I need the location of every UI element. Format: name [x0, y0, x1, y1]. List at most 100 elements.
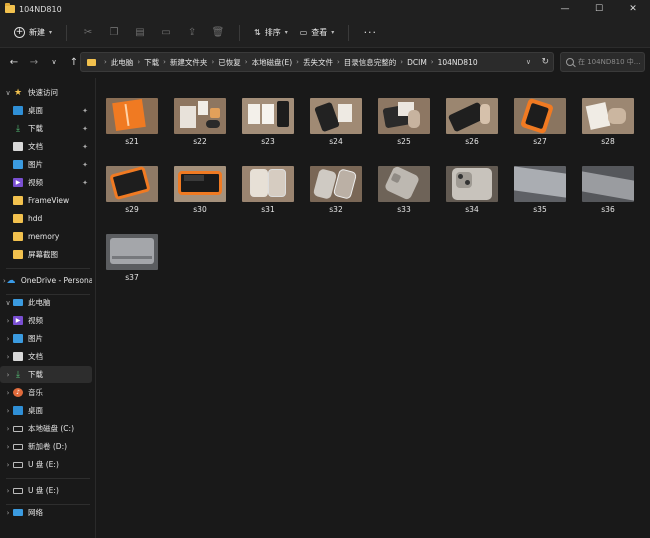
sidebar-item-this-pc[interactable]: ∨ 此电脑	[0, 294, 92, 311]
close-button[interactable]: ✕	[616, 0, 650, 18]
share-icon[interactable]: ⇪	[179, 23, 205, 43]
sidebar-item-memory[interactable]: memory	[0, 228, 92, 245]
sidebar-item-documents[interactable]: 文档 ✦	[0, 138, 92, 155]
pin-icon: ✦	[82, 178, 88, 187]
chevron-right-icon[interactable]: ›	[3, 371, 13, 379]
paste-icon[interactable]: ▤	[127, 23, 153, 43]
chevron-right-icon[interactable]: ›	[3, 353, 13, 361]
file-item[interactable]: s26	[446, 98, 498, 148]
sidebar-item-pc-pictures[interactable]: › 图片	[0, 330, 92, 347]
sidebar-item-pictures[interactable]: 图片 ✦	[0, 156, 92, 173]
file-item[interactable]: s37	[106, 234, 158, 284]
breadcrumb-item[interactable]: 本地磁盘(E)	[252, 57, 293, 68]
breadcrumb-item[interactable]: 新建文件夹	[170, 57, 208, 68]
file-name: s32	[329, 205, 343, 214]
sidebar-item-usb[interactable]: › U 盘 (E:)	[0, 482, 92, 499]
file-name: s28	[601, 137, 615, 146]
sidebar-item-quick-access[interactable]: ∨ ★ 快速访问	[0, 84, 92, 101]
chevron-down-icon[interactable]: ∨	[3, 299, 13, 307]
breadcrumb-item[interactable]: 目录信息完整的	[344, 57, 397, 68]
sidebar-item-pc-music[interactable]: › ♪ 音乐	[0, 384, 92, 401]
delete-icon[interactable]: 🗑	[205, 23, 231, 43]
breadcrumb-item[interactable]: 已恢复	[218, 57, 241, 68]
sort-icon: ⇅	[254, 28, 261, 37]
file-item[interactable]: s21	[106, 98, 158, 148]
new-button[interactable]: + 新建 ▾	[8, 23, 58, 43]
rename-icon[interactable]: ▭	[153, 23, 179, 43]
breadcrumb-item[interactable]: DCIM	[407, 58, 427, 67]
thumbnail-image	[582, 166, 634, 202]
chevron-right-icon[interactable]: ›	[3, 407, 13, 415]
chevron-down-icon[interactable]: ∨	[3, 89, 13, 97]
back-arrow-icon[interactable]: ←	[4, 52, 24, 72]
chevron-right-icon[interactable]: ›	[3, 443, 13, 451]
chevron-right-icon[interactable]: ›	[3, 461, 13, 469]
file-item[interactable]: s23	[242, 98, 294, 148]
file-item[interactable]: s35	[514, 166, 566, 216]
copy-icon[interactable]: ❐	[101, 23, 127, 43]
sidebar-item-label: memory	[28, 232, 60, 241]
pin-icon: ✦	[82, 160, 88, 169]
file-item[interactable]: s36	[582, 166, 634, 216]
chevron-right-icon[interactable]: ›	[3, 335, 13, 343]
navigation-row: ← → ∨ ↑ › 此电脑 › 下载 › 新建文件夹 › 已恢复 › 本地磁盘(…	[0, 48, 650, 76]
maximize-button[interactable]: ☐	[582, 0, 616, 18]
sidebar-item-label: 快速访问	[28, 88, 58, 97]
music-icon: ♪	[13, 388, 23, 397]
recent-chevron-icon[interactable]: ∨	[44, 52, 64, 72]
address-dropdown-icon[interactable]: ∨	[526, 53, 531, 71]
sidebar-item-pc-downloads[interactable]: › ⤓ 下载	[0, 366, 92, 383]
sidebar-item-screenshots[interactable]: 屏幕截图	[0, 246, 92, 263]
sidebar-item-hdd[interactable]: hdd	[0, 210, 92, 227]
more-options-icon[interactable]: ···	[357, 23, 383, 43]
chevron-right-icon[interactable]: ›	[3, 487, 13, 495]
file-item[interactable]: s34	[446, 166, 498, 216]
sidebar-item-videos[interactable]: ▶ 视频 ✦	[0, 174, 92, 191]
file-item[interactable]: s33	[378, 166, 430, 216]
sidebar-item-onedrive[interactable]: › ☁ OneDrive - Persona	[0, 272, 92, 289]
chevron-right-icon[interactable]: ›	[3, 509, 13, 517]
file-item[interactable]: s22	[174, 98, 226, 148]
search-box[interactable]	[560, 52, 645, 72]
folder-icon	[87, 58, 96, 66]
search-input[interactable]	[578, 58, 642, 66]
sidebar-item-pc-desktop[interactable]: › 桌面	[0, 402, 92, 419]
forward-arrow-icon[interactable]: →	[24, 52, 44, 72]
breadcrumb-item[interactable]: 下载	[144, 57, 159, 68]
sidebar-item-drive-c[interactable]: › 本地磁盘 (C:)	[0, 420, 92, 437]
folder-icon	[5, 3, 15, 13]
cut-icon[interactable]: ✂	[75, 23, 101, 43]
file-item[interactable]: s30	[174, 166, 226, 216]
sidebar-item-pc-videos[interactable]: › ▶ 视频	[0, 312, 92, 329]
cloud-icon: ☁	[6, 275, 16, 286]
sidebar-item-pc-documents[interactable]: › 文档	[0, 348, 92, 365]
breadcrumb-item[interactable]: 104ND810	[438, 58, 478, 67]
file-item[interactable]: s27	[514, 98, 566, 148]
sort-button[interactable]: ⇅ 排序 ▾	[248, 23, 294, 43]
sidebar-item-drive-e[interactable]: › U 盘 (E:)	[0, 456, 92, 473]
file-item[interactable]: s29	[106, 166, 158, 216]
chevron-right-icon[interactable]: ›	[3, 425, 13, 433]
sidebar-item-downloads[interactable]: ⤓ 下载 ✦	[0, 120, 92, 137]
sidebar-item-label: 视频	[28, 178, 43, 187]
refresh-icon[interactable]: ↻	[541, 53, 549, 71]
file-item[interactable]: s32	[310, 166, 362, 216]
sidebar-item-network[interactable]: › 网络	[0, 504, 92, 521]
file-item[interactable]: s31	[242, 166, 294, 216]
file-item[interactable]: s24	[310, 98, 362, 148]
breadcrumb-item[interactable]: 此电脑	[111, 57, 134, 68]
sidebar-item-desktop[interactable]: 桌面 ✦	[0, 102, 92, 119]
sidebar-item-frameview[interactable]: FrameView	[0, 192, 92, 209]
address-bar[interactable]: › 此电脑 › 下载 › 新建文件夹 › 已恢复 › 本地磁盘(E) › 丢失文…	[80, 52, 554, 72]
window-title: 104ND810	[19, 4, 62, 14]
file-item[interactable]: s25	[378, 98, 430, 148]
breadcrumb-item[interactable]: 丢失文件	[303, 57, 333, 68]
desktop-icon	[13, 106, 23, 115]
sidebar-item-label: 此电脑	[28, 298, 51, 307]
file-item[interactable]: s28	[582, 98, 634, 148]
chevron-right-icon[interactable]: ›	[3, 317, 13, 325]
view-button[interactable]: ▭ 查看 ▾	[294, 23, 341, 43]
chevron-right-icon[interactable]: ›	[3, 389, 13, 397]
minimize-button[interactable]: —	[548, 0, 582, 18]
sidebar-item-drive-d[interactable]: › 新加卷 (D:)	[0, 438, 92, 455]
